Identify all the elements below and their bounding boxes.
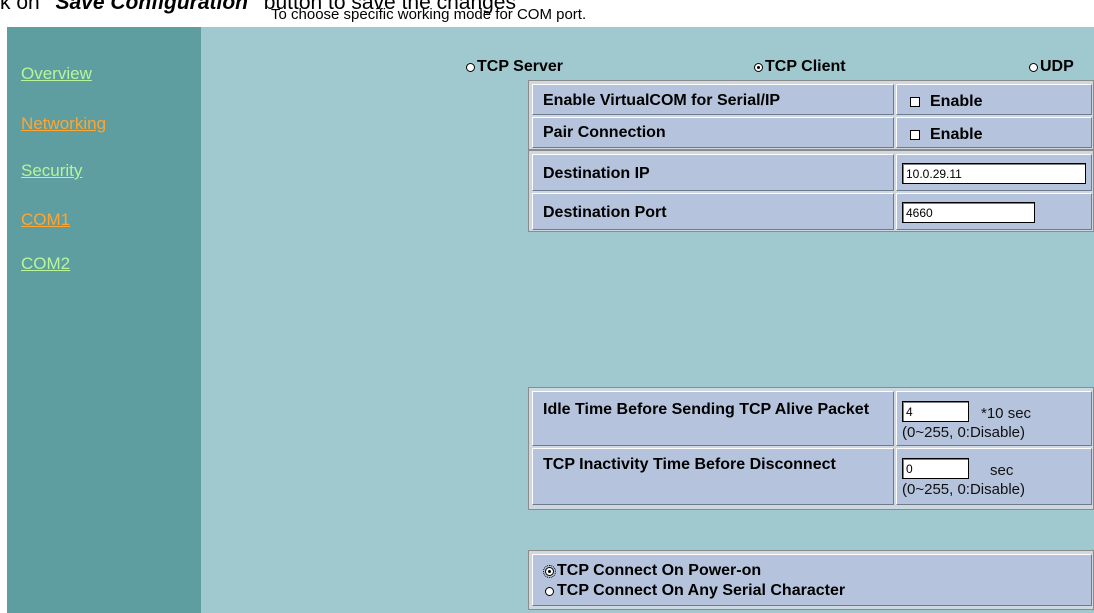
inactivity-value-cell: sec (0~255, 0:Disable) [896,448,1092,505]
mode-tcp-client-label: TCP Client [765,58,846,75]
instruction-prefix: k on [0,0,46,14]
dest-port-input[interactable] [902,202,1035,223]
connect-on-power-label: TCP Connect On Power-on [557,562,762,579]
pair-toggle[interactable]: Enable [910,126,982,144]
pair-checkbox[interactable] [910,130,920,140]
page-subtitle: To choose specific working mode for COM … [271,6,587,23]
dest-ip-label: Destination IP [543,165,650,182]
connect-on-serial-label: TCP Connect On Any Serial Character [557,582,846,599]
dest-port-label: Destination Port [543,204,667,221]
inactivity-time-label: TCP Inactivity Time Before Disconnect [543,456,836,473]
radio-tcp-client[interactable] [754,62,763,72]
virtualcom-checkbox-label: Enable [930,93,983,110]
virtualcom-label-cell: Enable VirtualCOM for Serial/IP [532,84,894,115]
inactivity-time-input[interactable] [902,458,969,479]
mode-udp-label: UDP [1040,58,1074,75]
sidebar-item-overview[interactable]: Overview [21,64,92,84]
dest-ip-input[interactable] [902,163,1086,184]
radio-udp[interactable] [1029,62,1038,72]
virtualcom-value-cell: Enable [896,84,1092,115]
idle-time-label: Idle Time Before Sending TCP Alive Packe… [543,401,870,418]
sidebar-item-com1[interactable]: COM1 [21,210,70,230]
idle-label-cell: Idle Time Before Sending TCP Alive Packe… [532,391,894,446]
inactivity-label-cell: TCP Inactivity Time Before Disconnect [532,448,894,505]
virtualcom-checkbox[interactable] [910,97,920,107]
pair-checkbox-label: Enable [930,126,983,143]
mode-tcp-server[interactable]: TCP Server [466,58,563,76]
instruction-bold: "Save Configuration" [45,0,258,14]
timers-panel: Idle Time Before Sending TCP Alive Packe… [528,387,1094,510]
connect-on-serial[interactable]: TCP Connect On Any Serial Character [545,582,845,600]
mode-tcp-server-label: TCP Server [477,58,563,75]
idle-value-cell: *10 sec (0~255, 0:Disable) [896,391,1092,446]
radio-connect-on-power[interactable] [543,564,556,578]
connect-mode-cell: TCP Connect On Power-on TCP Connect On A… [532,554,1092,606]
connect-on-power[interactable]: TCP Connect On Power-on [543,562,762,580]
sidebar-item-security[interactable]: Security [21,161,82,181]
radio-tcp-server[interactable] [466,62,475,72]
dest-port-label-cell: Destination Port [532,193,894,230]
destination-panel: Destination IP Destination Port [528,150,1094,232]
radio-connect-on-serial[interactable] [545,586,554,596]
dest-ip-label-cell: Destination IP [532,154,894,191]
inactivity-time-range: (0~255, 0:Disable) [902,481,1025,498]
dest-port-value-cell [896,193,1092,230]
idle-time-input[interactable] [902,401,969,422]
virtualcom-label: Enable VirtualCOM for Serial/IP [543,92,781,109]
dest-ip-value-cell [896,154,1092,191]
idle-time-unit: *10 sec [981,405,1032,422]
mode-tcp-client[interactable]: TCP Client [754,58,846,76]
idle-time-range: (0~255, 0:Disable) [902,424,1025,441]
sidebar-item-com2[interactable]: COM2 [21,254,70,274]
inactivity-time-unit: sec [990,462,1014,479]
sidebar: Overview Networking Security COM1 COM2 [7,27,201,613]
connect-mode-panel: TCP Connect On Power-on TCP Connect On A… [528,550,1094,610]
virtualcom-toggle[interactable]: Enable [910,93,982,111]
virtualcom-panel: Enable VirtualCOM for Serial/IP Enable P… [528,80,1094,150]
pair-value-cell: Enable [896,117,1092,148]
mode-udp[interactable]: UDP [1029,58,1074,76]
sidebar-item-networking[interactable]: Networking [21,114,106,134]
pair-connection-label: Pair Connection [543,124,666,141]
pair-label-cell: Pair Connection [532,117,894,148]
